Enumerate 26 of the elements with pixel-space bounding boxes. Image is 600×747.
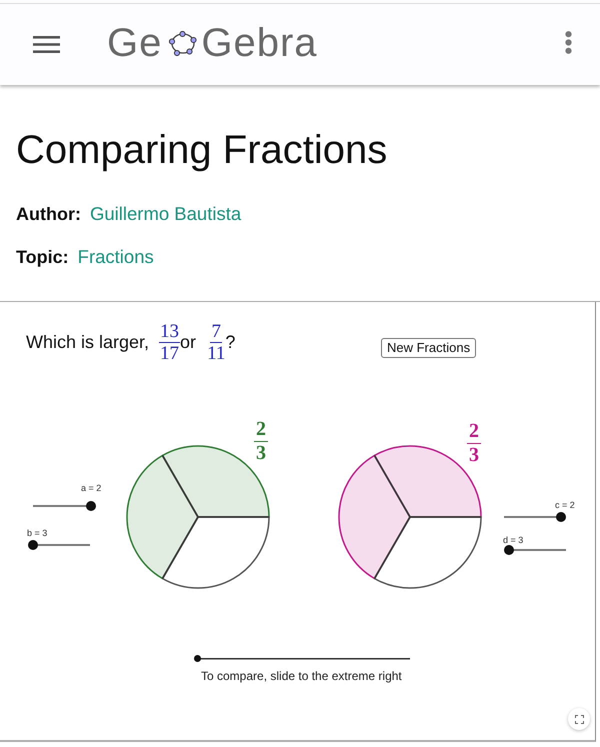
menu-icon[interactable] <box>33 36 60 52</box>
logo-text[interactable]: Gebra <box>201 20 318 66</box>
meta-label: Topic: <box>16 246 69 269</box>
slider-label: a = 2 <box>81 483 102 493</box>
slider-thumb[interactable] <box>28 540 38 550</box>
meta-label: Author: <box>16 203 81 226</box>
logo-text[interactable]: Ge <box>107 20 162 66</box>
meta-link[interactable]: Guillermo Bautista <box>90 202 242 226</box>
slider-label: c = 2 <box>555 500 575 510</box>
overflow-menu-icon[interactable] <box>565 31 572 54</box>
compare-slider-track[interactable] <box>194 655 413 662</box>
slider-label: d = 3 <box>503 535 524 545</box>
fullscreen-button[interactable] <box>568 708 590 730</box>
slider-thumb[interactable] <box>556 512 566 522</box>
pentagon-logo-icon[interactable] <box>169 31 198 56</box>
fraction-label: 2 3 <box>467 422 481 465</box>
meta-link[interactable]: Fractions <box>78 245 154 269</box>
slider-thumb[interactable] <box>504 545 514 555</box>
slider-thumb[interactable] <box>194 655 201 662</box>
new-fractions-button[interactable]: New Fractions <box>381 338 476 358</box>
fullscreen-icon <box>574 714 584 724</box>
page-title: Comparing Fractions <box>16 127 388 174</box>
slider-caption: To compare, slide to the extreme right <box>201 669 402 683</box>
slider-label: b = 3 <box>27 528 48 538</box>
slider-thumb[interactable] <box>86 501 96 511</box>
fraction-label: 2 3 <box>254 420 268 463</box>
